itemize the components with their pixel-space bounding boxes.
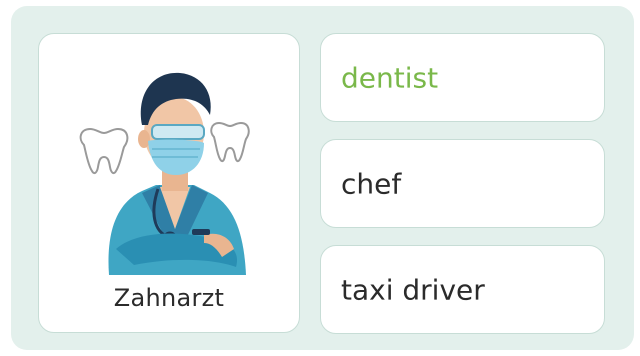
answer-option-label: chef (341, 167, 402, 200)
answer-option-label: taxi driver (341, 273, 485, 306)
answer-option-chef[interactable]: chef (320, 139, 605, 228)
answer-option-taxi-driver[interactable]: taxi driver (320, 245, 605, 334)
tooth-icon (210, 121, 250, 163)
dentist-illustration-icon (79, 72, 250, 275)
tooth-icon (79, 127, 129, 175)
prompt-word: Zahnarzt (113, 284, 225, 312)
prompt-card: Zahnarzt (38, 33, 300, 333)
answer-option-dentist[interactable]: dentist (320, 33, 605, 122)
answer-option-label: dentist (341, 61, 439, 94)
